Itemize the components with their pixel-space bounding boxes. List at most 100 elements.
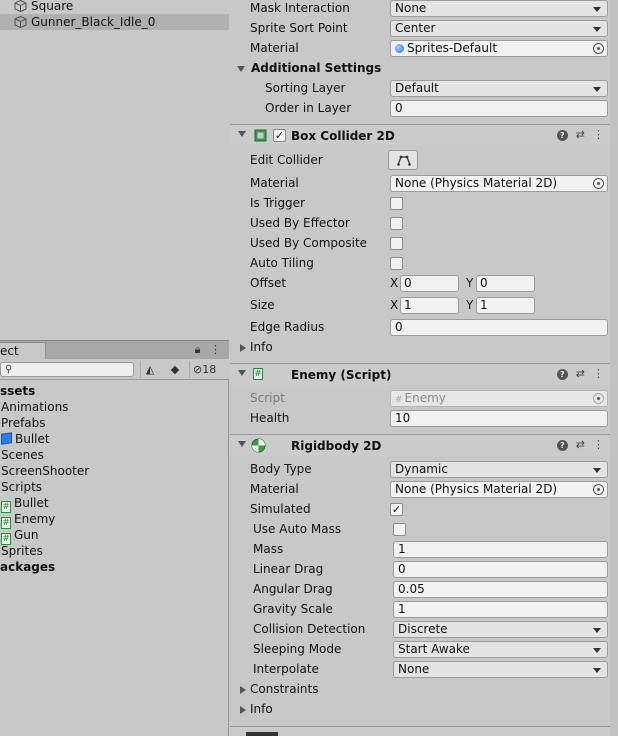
component-enabled-checkbox[interactable]: ✓ bbox=[273, 129, 286, 142]
help-icon[interactable]: ? bbox=[556, 130, 568, 141]
project-tree-item[interactable]: Sprites bbox=[1, 543, 43, 559]
rb-info-foldout[interactable]: Info bbox=[230, 700, 610, 720]
size-y-input[interactable]: 1 bbox=[476, 297, 535, 314]
field-value: 0 bbox=[395, 101, 403, 115]
sprite-sort-point-row: Sprite Sort Point Center bbox=[230, 19, 610, 39]
presets-icon[interactable]: ⇄ bbox=[576, 367, 585, 380]
material-preview-thumbnail bbox=[246, 732, 278, 736]
order-in-layer-input[interactable]: 0 bbox=[390, 100, 608, 117]
used-by-effector-checkbox[interactable] bbox=[390, 217, 403, 230]
sprite-sort-point-dropdown[interactable]: Center bbox=[390, 20, 608, 37]
foldout-arrow-icon[interactable] bbox=[238, 131, 246, 137]
search-by-type-icon[interactable]: ◭ bbox=[142, 362, 158, 377]
hierarchy-item-square[interactable]: Square bbox=[0, 0, 229, 14]
lock-icon[interactable]: 🔒︎ bbox=[195, 343, 201, 356]
project-tree-item[interactable]: Prefabs bbox=[1, 415, 46, 431]
tab-project-label: ect bbox=[0, 344, 19, 358]
project-tree-item[interactable]: ScreenShooter bbox=[1, 463, 89, 479]
project-tree-label: ackages bbox=[0, 560, 56, 574]
size-x-input[interactable]: 1 bbox=[400, 297, 459, 314]
edge-radius-label: Edge Radius bbox=[250, 320, 325, 334]
gravity-scale-label: Gravity Scale bbox=[253, 602, 333, 616]
collision-detection-row: Collision Detection Discrete bbox=[230, 620, 610, 640]
constraints-foldout[interactable]: Constraints bbox=[230, 680, 610, 700]
offset-y-input[interactable]: 0 bbox=[476, 275, 535, 292]
project-tree-item[interactable]: ssets bbox=[0, 383, 35, 399]
foldout-arrow-icon bbox=[240, 344, 246, 352]
angular-drag-input[interactable]: 0.05 bbox=[393, 581, 608, 598]
edit-collider-button[interactable] bbox=[388, 150, 418, 170]
sorting-layer-dropdown[interactable]: Default bbox=[390, 80, 608, 97]
hidden-packages-toggle[interactable]: ⊘18 bbox=[193, 362, 229, 377]
tab-project[interactable]: ect bbox=[0, 342, 46, 360]
simulated-checkbox[interactable]: ✓ bbox=[390, 503, 403, 516]
use-auto-mass-checkbox[interactable] bbox=[393, 523, 406, 536]
project-tree-item[interactable]: # Bullet bbox=[1, 495, 49, 513]
collision-detection-dropdown[interactable]: Discrete bbox=[393, 621, 608, 638]
body-type-dropdown[interactable]: Dynamic bbox=[390, 461, 608, 478]
inspector-scrollbar[interactable] bbox=[610, 0, 618, 736]
used-by-composite-checkbox[interactable] bbox=[390, 237, 403, 250]
foldout-arrow-icon[interactable] bbox=[238, 441, 246, 447]
rigidbody-header[interactable]: Rigidbody 2D ? ⇄ ⋮ bbox=[230, 434, 618, 456]
mask-interaction-dropdown[interactable]: None bbox=[390, 0, 608, 17]
rigidbody-icon bbox=[251, 438, 266, 453]
edge-radius-input[interactable]: 0 bbox=[390, 319, 608, 336]
gravity-scale-input[interactable]: 1 bbox=[393, 601, 608, 618]
project-tree-item[interactable]: Scripts bbox=[1, 479, 42, 495]
eye-slash-icon: ⊘ bbox=[193, 363, 203, 376]
health-input[interactable]: 10 bbox=[390, 410, 608, 427]
simulated-row: Simulated ✓ bbox=[230, 500, 610, 520]
auto-tiling-checkbox[interactable] bbox=[390, 257, 403, 270]
is-trigger-checkbox[interactable] bbox=[390, 197, 403, 210]
object-picker-icon[interactable] bbox=[593, 484, 604, 495]
project-tree-label: ScreenShooter bbox=[1, 464, 90, 478]
info-label: Info bbox=[250, 702, 273, 716]
enemy-script-header[interactable]: # Enemy (Script) ? ⇄ ⋮ bbox=[230, 363, 618, 385]
context-menu-icon[interactable]: ⋮ bbox=[593, 438, 604, 451]
context-menu-icon[interactable]: ⋮ bbox=[593, 128, 604, 141]
hierarchy-item-gunner-black-idle[interactable]: Gunner_Black_Idle_0 bbox=[0, 14, 229, 30]
edit-collider-label: Edit Collider bbox=[250, 153, 323, 167]
presets-icon[interactable]: ⇄ bbox=[576, 438, 585, 451]
project-tree-item[interactable]: # Gun bbox=[1, 527, 39, 545]
project-tree-item[interactable]: Scenes bbox=[1, 447, 44, 463]
project-tree-item[interactable]: Animations bbox=[1, 399, 68, 415]
more-options-icon[interactable]: ⋮ bbox=[210, 343, 221, 356]
foldout-arrow-icon[interactable] bbox=[238, 370, 246, 376]
project-tree-item[interactable]: Bullet bbox=[1, 431, 50, 447]
collider-material-field[interactable]: None (Physics Material 2D) bbox=[390, 175, 608, 192]
help-icon[interactable]: ? bbox=[556, 440, 568, 451]
sprite-material-field[interactable]: Sprites-Default bbox=[390, 40, 608, 57]
project-tree-item[interactable]: # Enemy bbox=[1, 511, 55, 529]
field-value: 1 bbox=[398, 542, 406, 556]
constraints-label: Constraints bbox=[250, 682, 319, 696]
info-label: Info bbox=[250, 340, 273, 354]
object-picker-icon bbox=[593, 393, 604, 404]
help-icon[interactable]: ? bbox=[556, 369, 568, 380]
mass-row: Mass 1 bbox=[230, 540, 610, 560]
object-picker-icon[interactable] bbox=[593, 43, 604, 54]
mass-input[interactable]: 1 bbox=[393, 541, 608, 558]
object-picker-icon[interactable] bbox=[593, 178, 604, 189]
presets-icon[interactable]: ⇄ bbox=[576, 128, 585, 141]
y-label: Y bbox=[466, 298, 474, 312]
linear-drag-input[interactable]: 0 bbox=[393, 561, 608, 578]
context-menu-icon[interactable]: ⋮ bbox=[593, 367, 604, 380]
offset-x-input[interactable]: 0 bbox=[400, 275, 459, 292]
rb-material-field[interactable]: None (Physics Material 2D) bbox=[390, 481, 608, 498]
hierarchy-panel: Square Gunner_Black_Idle_0 bbox=[0, 0, 229, 340]
dropdown-value: Start Awake bbox=[398, 642, 470, 656]
foldout-arrow-icon bbox=[237, 66, 245, 72]
box-collider-header[interactable]: ✓ Box Collider 2D ? ⇄ ⋮ bbox=[230, 124, 618, 146]
search-by-label-icon[interactable]: ◆ bbox=[167, 362, 183, 377]
sleeping-mode-dropdown[interactable]: Start Awake bbox=[393, 641, 608, 658]
project-tree-item[interactable]: ackages bbox=[0, 559, 55, 575]
collider-info-foldout[interactable]: Info bbox=[230, 338, 610, 358]
additional-settings-foldout[interactable]: Additional Settings bbox=[230, 59, 610, 79]
interpolate-row: Interpolate None bbox=[230, 660, 610, 680]
interpolate-dropdown[interactable]: None bbox=[393, 661, 608, 678]
project-search-input[interactable]: ⚲ bbox=[0, 362, 134, 377]
dropdown-value: Dynamic bbox=[395, 462, 448, 476]
object-field-value: None (Physics Material 2D) bbox=[395, 482, 558, 496]
